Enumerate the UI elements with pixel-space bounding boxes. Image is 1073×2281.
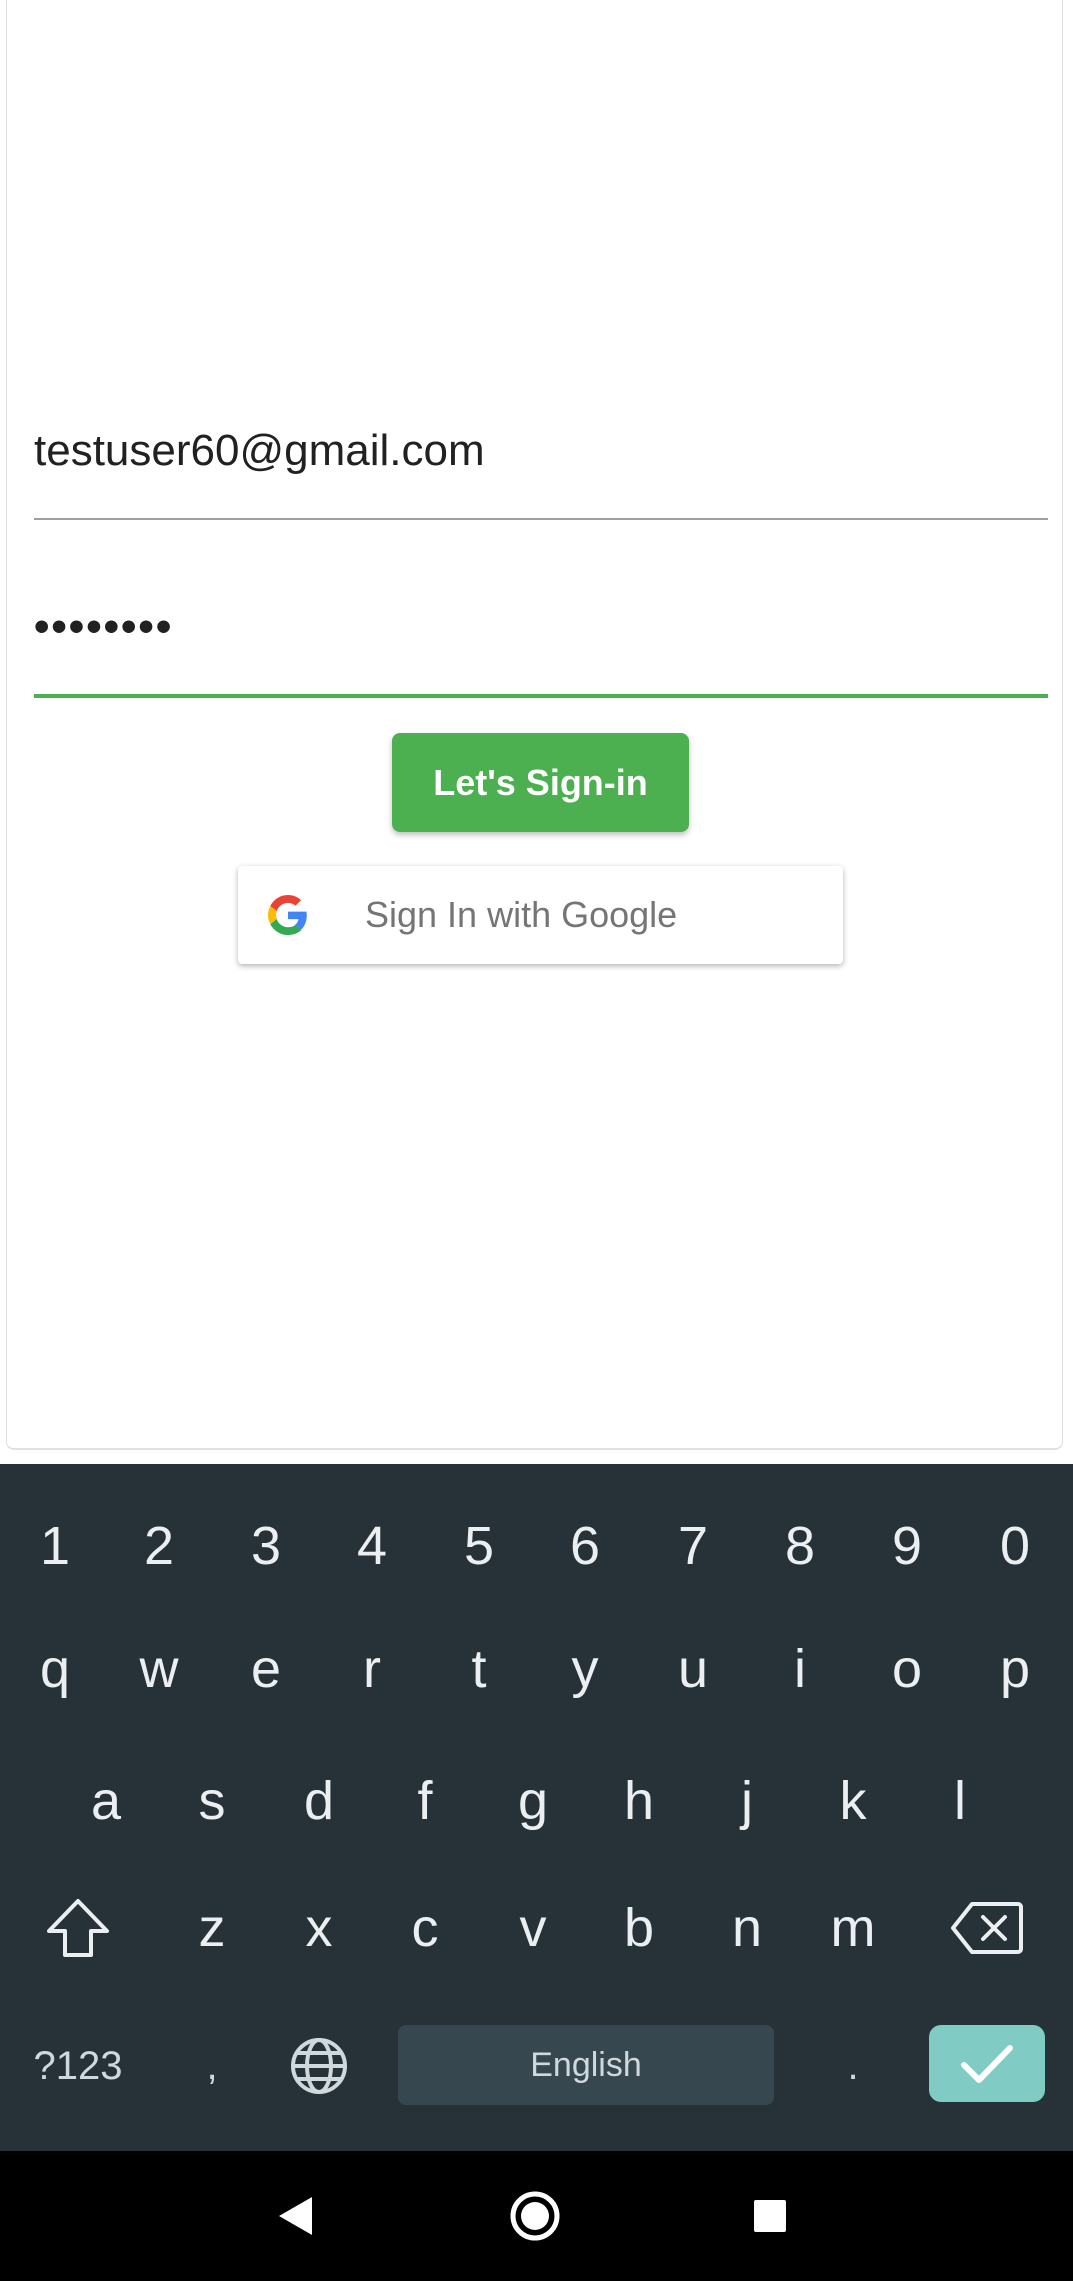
shift-key[interactable] [28, 1873, 128, 1983]
sign-in-button[interactable]: Let's Sign-in [392, 733, 689, 832]
recents-icon [754, 2200, 786, 2232]
soft-keyboard: 1 2 3 4 5 6 7 8 9 0 q w e r t y u i o p … [0, 1464, 1073, 2151]
backspace-icon [951, 1902, 1023, 1954]
sign-in-label: Let's Sign-in [433, 761, 648, 803]
key-2[interactable]: 2 [109, 1491, 209, 1601]
key-t[interactable]: t [429, 1614, 529, 1724]
key-a[interactable]: a [56, 1746, 156, 1856]
enter-key[interactable] [929, 2025, 1045, 2102]
key-c[interactable]: c [375, 1873, 475, 1983]
key-u[interactable]: u [643, 1614, 743, 1724]
password-value: •••••••• [34, 602, 174, 651]
key-w[interactable]: w [109, 1614, 209, 1724]
key-i[interactable]: i [750, 1614, 850, 1724]
key-7[interactable]: 7 [643, 1491, 743, 1601]
key-8[interactable]: 8 [750, 1491, 850, 1601]
nav-recents-button[interactable] [750, 2151, 790, 2281]
symbols-key[interactable]: ?123 [28, 2011, 128, 2121]
email-field[interactable]: testuser60@gmail.com [34, 400, 1048, 520]
nav-back-button[interactable] [260, 2151, 330, 2281]
key-d[interactable]: d [269, 1746, 369, 1856]
key-y[interactable]: y [535, 1614, 635, 1724]
nav-home-button[interactable] [505, 2151, 565, 2281]
key-v[interactable]: v [483, 1873, 583, 1983]
key-f[interactable]: f [375, 1746, 475, 1856]
key-n[interactable]: n [697, 1873, 797, 1983]
key-s[interactable]: s [162, 1746, 262, 1856]
key-h[interactable]: h [589, 1746, 689, 1856]
key-b[interactable]: b [589, 1873, 689, 1983]
email-value: testuser60@gmail.com [34, 426, 485, 475]
space-key[interactable]: English [398, 2025, 774, 2105]
key-x[interactable]: x [269, 1873, 369, 1983]
key-g[interactable]: g [483, 1746, 583, 1856]
key-q[interactable]: q [5, 1614, 105, 1724]
key-o[interactable]: o [857, 1614, 957, 1724]
key-z[interactable]: z [162, 1873, 262, 1983]
login-card: testuser60@gmail.com •••••••• Let's Sign… [6, 0, 1063, 1450]
key-e[interactable]: e [216, 1614, 316, 1724]
key-3[interactable]: 3 [216, 1491, 316, 1601]
key-1[interactable]: 1 [5, 1491, 105, 1601]
key-4[interactable]: 4 [322, 1491, 422, 1601]
key-j[interactable]: j [697, 1746, 797, 1856]
home-icon [510, 2191, 560, 2241]
key-l[interactable]: l [910, 1746, 1010, 1856]
backspace-key[interactable] [937, 1873, 1037, 1983]
password-field[interactable]: •••••••• [34, 572, 1048, 698]
key-6[interactable]: 6 [535, 1491, 635, 1601]
key-5[interactable]: 5 [429, 1491, 529, 1601]
screen: testuser60@gmail.com •••••••• Let's Sign… [0, 0, 1073, 2281]
google-sign-in-label: Sign In with Google [365, 894, 678, 935]
shift-icon [47, 1899, 109, 1957]
google-icon [268, 895, 307, 935]
key-0[interactable]: 0 [965, 1491, 1065, 1601]
language-key[interactable] [269, 2011, 369, 2121]
period-key[interactable]: . [803, 2011, 903, 2121]
key-m[interactable]: m [803, 1873, 903, 1983]
key-9[interactable]: 9 [857, 1491, 957, 1601]
key-k[interactable]: k [803, 1746, 903, 1856]
comma-key[interactable]: , [162, 2011, 262, 2121]
key-p[interactable]: p [965, 1614, 1065, 1724]
globe-icon [291, 2038, 347, 2094]
system-navigation-bar [0, 2151, 1073, 2281]
google-sign-in-button[interactable]: Sign In with Google [238, 866, 843, 964]
key-r[interactable]: r [322, 1614, 422, 1724]
back-icon [279, 2197, 312, 2235]
check-icon [961, 2044, 1013, 2083]
